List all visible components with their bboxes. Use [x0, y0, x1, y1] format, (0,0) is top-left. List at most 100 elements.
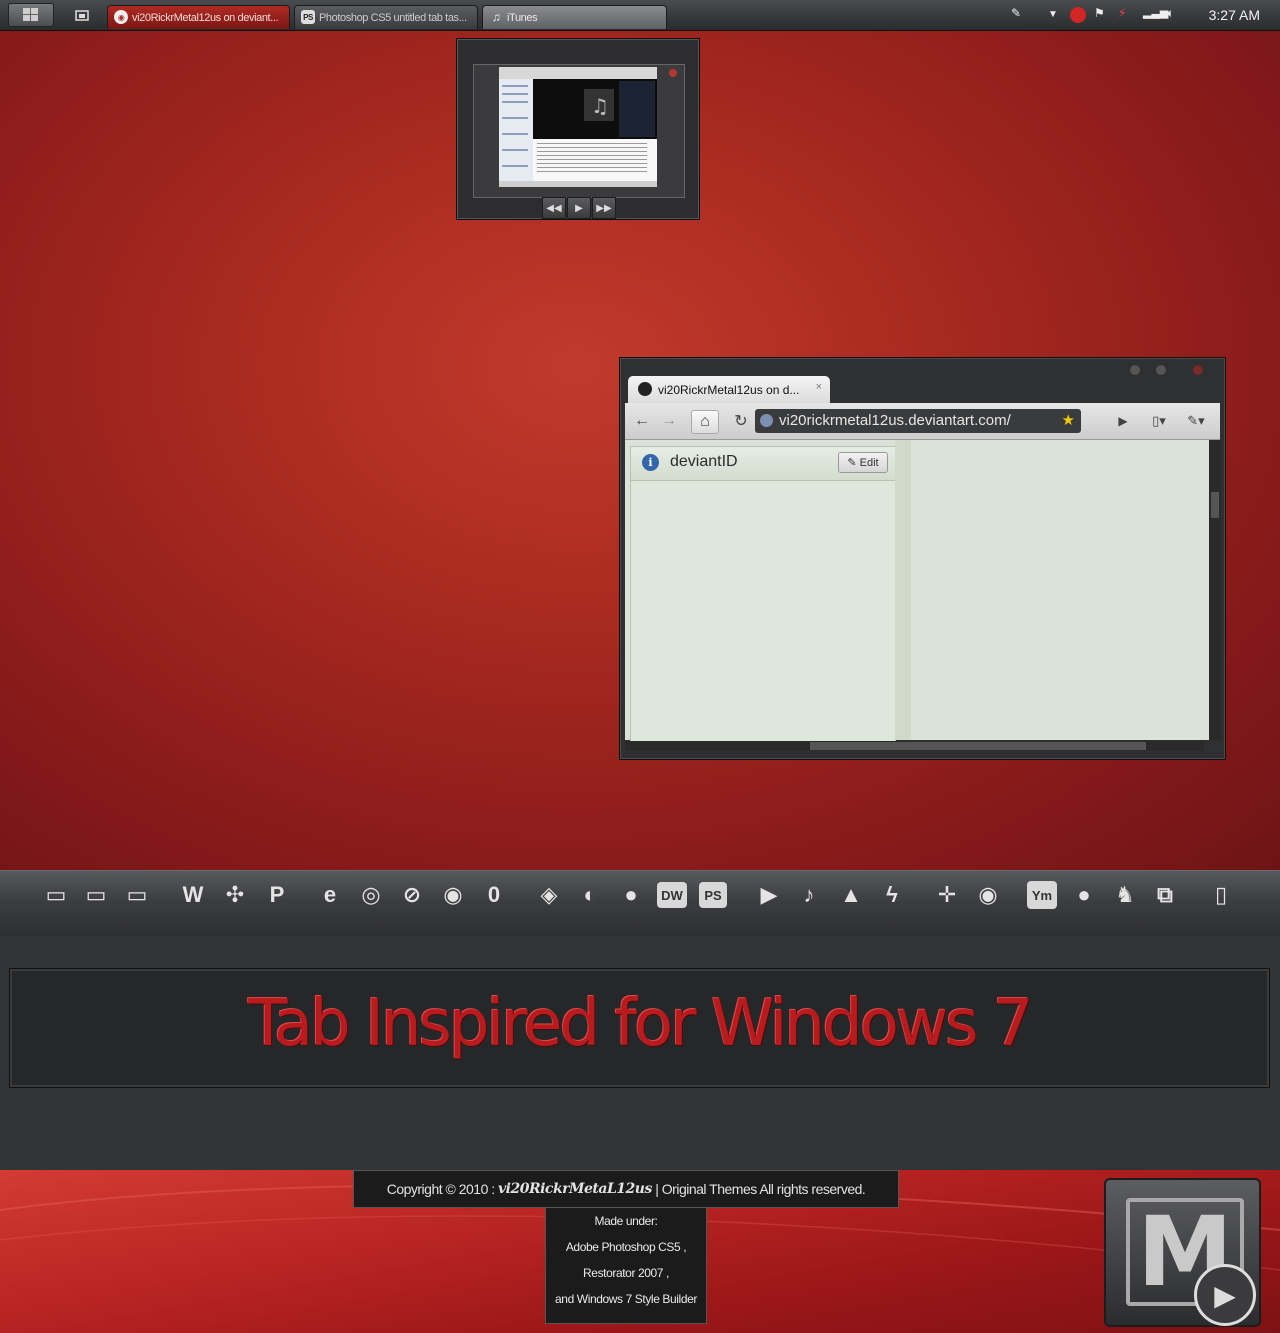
made-line: Restorator 2007 , [583, 1266, 669, 1280]
dock-pidgin-icon[interactable]: ♞ [1109, 879, 1141, 911]
dock-vlc-icon[interactable]: ▲ [835, 879, 867, 911]
banner-area: Tab Inspired for Windows 7 [0, 936, 1280, 1170]
taskbar: ◉ vi20RickrMetal12us on deviant... PS Ph… [0, 0, 1280, 31]
itunes-thumbnail-preview[interactable]: ♫ ◀◀ ▶ ▶▶ [456, 38, 700, 220]
made-line: Made under: [594, 1214, 658, 1228]
copyright-suffix: | Original Themes All rights reserved. [655, 1181, 866, 1197]
vertical-scrollbar[interactable] [1209, 440, 1221, 740]
svg-text:♫: ♫ [591, 94, 609, 118]
dock-monitor-icon[interactable]: ▭ [121, 879, 153, 911]
task-tab-label: Photoshop CS5 untitled tab tas... [319, 11, 467, 24]
play-circle-icon: ▶ [1194, 1264, 1256, 1326]
dock-firefox-icon[interactable]: ◉ [437, 879, 469, 911]
dock-globe-icon[interactable]: ◈ [533, 879, 565, 911]
deviantid-panel: i deviantID ✎ Edit [630, 446, 896, 742]
reload-button[interactable]: ↻ [728, 410, 754, 432]
power-icon[interactable]: ⚡ [1118, 6, 1126, 20]
pen-tablet-icon[interactable]: ✎ [1011, 6, 1021, 20]
dock-aperture-icon[interactable]: ◐ [574, 879, 606, 911]
forward-button[interactable]: → [656, 410, 682, 432]
edit-button[interactable]: ✎ Edit [838, 452, 888, 473]
dock-switch-icon[interactable]: ⧉ [1149, 879, 1181, 911]
panel-divider [895, 440, 911, 740]
panel-header: i deviantID ✎ Edit [631, 447, 895, 481]
scrollbar-thumb[interactable] [1211, 492, 1219, 518]
dock-itunes-icon[interactable]: ♪ [793, 879, 825, 911]
made-line: Adobe Photoshop CS5 , [565, 1240, 687, 1254]
author-logo: M ▶ [1104, 1178, 1261, 1327]
dock-folder-icon[interactable]: ▭ [40, 879, 72, 911]
browser-tab-title: vi20RickrMetal12us on d... [658, 382, 800, 397]
dock: ▭ ▭ ▭ W ✣ P e ◎ ⊘ ◉ 0 ◈ ◐ ● DW PS ▶ ♪ ▲ … [0, 870, 1280, 937]
dock-snipping-icon[interactable]: ✛ [931, 879, 963, 911]
dock-laptop-icon[interactable]: ▭ [80, 879, 112, 911]
dock-ie-icon[interactable]: e [314, 879, 346, 911]
clock[interactable]: 3:27 AM [1209, 7, 1260, 23]
page-menu-icon[interactable]: ▯▾ [1143, 410, 1175, 432]
edit-label: Edit [859, 456, 879, 469]
thumbnail-close-icon[interactable] [669, 69, 677, 77]
address-url: vi20rickrmetal12us.deviantart.com/ [779, 412, 1011, 429]
address-bar[interactable]: vi20rickrmetal12us.deviantart.com/ ★ [755, 409, 1081, 433]
dock-chrome-icon[interactable]: ◎ [355, 879, 387, 911]
dock-media-player-icon[interactable]: ▶ [753, 879, 785, 911]
task-tab-label: vi20RickrMetal12us on deviant... [132, 11, 279, 24]
horizontal-scrollbar[interactable] [625, 741, 1204, 751]
chrome-icon: ◉ [114, 10, 128, 24]
task-tab-chrome[interactable]: ◉ vi20RickrMetal12us on deviant... [107, 5, 290, 29]
ps-icon: PS [301, 10, 315, 24]
page-content: i deviantID ✎ Edit [625, 440, 1210, 742]
flag-icon[interactable]: ⚑ [1094, 6, 1105, 20]
windows-logo-icon [23, 8, 38, 21]
copyright-prefix: Copyright © 2010 : [386, 1181, 495, 1197]
dock-safari-icon[interactable]: ⊘ [396, 879, 428, 911]
task-tab-photoshop[interactable]: PS Photoshop CS5 untitled tab tas... [294, 5, 478, 29]
previous-track-button[interactable]: ◀◀ [542, 197, 566, 219]
antivirus-icon[interactable] [1070, 7, 1086, 23]
browser-window: vi20RickrMetal12us on d... × ← → ⌂ ↻ vi2… [619, 357, 1226, 760]
info-icon: i [642, 454, 659, 471]
panel-title: deviantID [670, 453, 738, 470]
volume-icon[interactable]: 🔈︎ [1167, 6, 1174, 21]
made-under-box: Made under: Adobe Photoshop CS5 , Restor… [545, 1207, 707, 1324]
dock-recycle-bin-icon[interactable]: ▯ [1205, 879, 1237, 911]
dock-excel-icon[interactable]: ✣ [219, 879, 251, 911]
globe-icon [760, 414, 773, 427]
scrollbar-thumb[interactable] [810, 742, 1146, 750]
back-button[interactable]: ← [629, 410, 655, 432]
dock-dreamweaver-icon[interactable]: DW [657, 882, 687, 908]
next-track-button[interactable]: ▶▶ [592, 197, 616, 219]
maximize-button[interactable] [1156, 365, 1166, 375]
minimize-button[interactable] [1130, 365, 1140, 375]
browser-toolbar: ← → ⌂ ↻ vi20rickrmetal12us.deviantart.co… [625, 403, 1220, 440]
tab-close-icon[interactable]: × [816, 381, 822, 393]
dock-powerpoint-icon[interactable]: P [261, 879, 293, 911]
itunes-window-thumbnail: ♫ [499, 67, 657, 187]
go-arrow-icon[interactable]: ▶ [1110, 410, 1136, 432]
network-icon[interactable]: ▂▃▅ [1143, 6, 1168, 19]
made-line: and Windows 7 Style Builder [555, 1292, 697, 1306]
copyright-author: vi20RickrMetaL12us [498, 1181, 652, 1197]
play-button[interactable]: ▶ [567, 197, 591, 219]
start-button[interactable] [8, 3, 54, 27]
dock-photoshop-icon[interactable]: PS [699, 882, 727, 908]
deviantart-favicon-icon [638, 382, 652, 396]
home-button[interactable]: ⌂ [691, 410, 719, 434]
dock-winamp-icon[interactable]: ϟ [876, 879, 908, 911]
dock-yahoo-messenger-icon[interactable]: Ym [1027, 881, 1057, 909]
explorer-icon[interactable] [73, 6, 91, 24]
music-note-icon: ♫ [491, 10, 501, 24]
wrench-menu-icon[interactable]: ✎▾ [1180, 410, 1212, 432]
dock-circle-icon[interactable]: ● [615, 879, 647, 911]
dock-word-icon[interactable]: W [177, 879, 209, 911]
bookmark-star-icon[interactable]: ★ [1062, 409, 1075, 433]
browser-tab[interactable]: vi20RickrMetal12us on d... × [628, 376, 830, 403]
dock-skype-icon[interactable]: ● [1068, 879, 1100, 911]
dock-opera-icon[interactable]: 0 [478, 879, 510, 911]
dock-disc-icon[interactable]: ◉ [972, 879, 1004, 911]
task-tab-itunes[interactable]: ♫ iTunes [482, 5, 667, 29]
close-button[interactable] [1193, 365, 1203, 375]
copyright-box: Copyright © 2010 : vi20RickrMetaL12us | … [353, 1170, 899, 1208]
tray-expand-icon[interactable]: ▼ [1048, 9, 1058, 20]
task-tab-label: iTunes [507, 11, 538, 24]
